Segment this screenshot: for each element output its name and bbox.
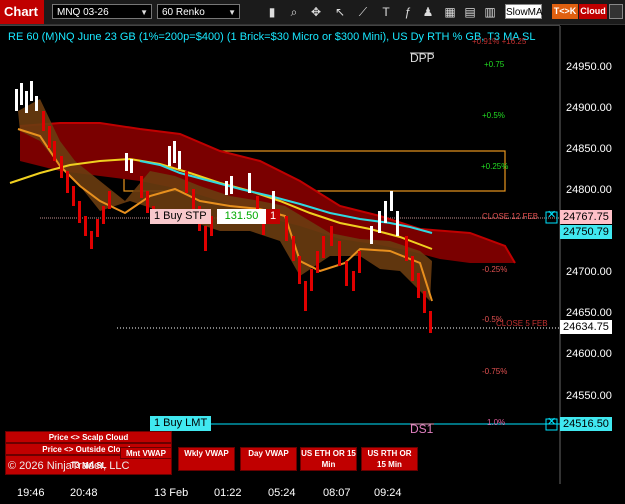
level-label-1pct: 1.0% bbox=[487, 418, 506, 427]
price-tick: 24700.00 bbox=[566, 266, 612, 278]
slowma-button[interactable]: SlowMA bbox=[505, 4, 543, 19]
time-tick: 01:22 bbox=[214, 487, 242, 499]
level-label-neg-075: -0.75% bbox=[482, 367, 508, 376]
time-tick: 08:07 bbox=[323, 487, 351, 499]
chart-toolbar: Chart MNQ 03-26 ▼ 60 Renko ▼ ▮ ⌕ ✥ ↖ ⟋ T… bbox=[0, 0, 625, 25]
price-scalp-cloud-button[interactable]: Price <> Scalp Cloud bbox=[5, 431, 172, 443]
chart-tab[interactable]: Chart bbox=[0, 0, 44, 24]
level-label-pos-025: +0.25% bbox=[481, 162, 509, 171]
close-order-icon[interactable]: ✕ bbox=[547, 415, 556, 428]
price-tick: 24600.00 bbox=[566, 348, 612, 360]
toolbar-more-button[interactable] bbox=[609, 4, 623, 19]
level-label-pos-05: +0.5% bbox=[482, 111, 505, 120]
strategy-icon[interactable]: ♟ bbox=[420, 4, 436, 20]
chevron-down-icon: ▼ bbox=[140, 8, 148, 17]
close-5-feb-label: CLOSE 5 FEB bbox=[496, 319, 548, 328]
buy-stp-quantity[interactable]: 1 bbox=[266, 209, 280, 224]
time-tick: 20:48 bbox=[70, 487, 98, 499]
buy-stp-price-tag: 24750.79 bbox=[560, 225, 612, 239]
level-label-pos-075: +0.75 bbox=[484, 60, 505, 69]
buy-stp-order-label[interactable]: 1 Buy STP bbox=[150, 209, 211, 224]
crosshair-icon[interactable]: ✥ bbox=[308, 4, 324, 20]
chevron-down-icon: ▼ bbox=[228, 8, 236, 17]
templates-icon[interactable]: ▤ bbox=[462, 4, 478, 20]
chart-trader-icon[interactable]: ▥ bbox=[482, 4, 498, 20]
price-tick: 24800.00 bbox=[566, 184, 612, 196]
properties-icon[interactable]: ▦ bbox=[442, 4, 458, 20]
buy-lmt-price-tag: 24516.50 bbox=[560, 417, 612, 431]
instrument-selector[interactable]: MNQ 03-26 ▼ bbox=[52, 4, 152, 19]
cloud-button[interactable]: Cloud bbox=[579, 4, 607, 19]
ds1-label: DS1 bbox=[410, 422, 434, 436]
level-label-top: +0.91% +16.25 bbox=[472, 37, 527, 46]
level-label-neg-025: -0.25% bbox=[482, 265, 508, 274]
indicators-icon[interactable]: ƒ bbox=[400, 4, 416, 20]
close-order-icon[interactable]: ✕ bbox=[547, 208, 556, 221]
buy-lmt-order-label[interactable]: 1 Buy LMT bbox=[150, 416, 212, 431]
current-price-tag: 24634.75 bbox=[560, 320, 612, 334]
draw-tool-icon[interactable]: ⟋ bbox=[355, 4, 371, 20]
price-tick: 24550.00 bbox=[566, 390, 612, 402]
instrument-label: MNQ 03-26 bbox=[57, 7, 109, 18]
price-tick: 24650.00 bbox=[566, 307, 612, 319]
pointer-icon[interactable]: ↖ bbox=[332, 4, 348, 20]
mnt-vwap-button[interactable]: Mnt VWAP bbox=[120, 447, 172, 459]
close-12-feb-price-tag: 24767.75 bbox=[560, 210, 612, 224]
price-tick: 24900.00 bbox=[566, 102, 612, 114]
time-tick: 05:24 bbox=[268, 487, 296, 499]
buy-stp-pnl: 131.50 bbox=[217, 209, 266, 224]
bar-chart-icon[interactable]: ▮ bbox=[264, 4, 280, 20]
chart-title: RE 60 (M)NQ June 23 GB (1%=200p=$400) (1… bbox=[8, 31, 536, 43]
us-rth-or-15-button[interactable]: US RTH OR 15 Min bbox=[361, 447, 418, 471]
time-tick: 19:46 bbox=[17, 487, 45, 499]
day-vwap-button[interactable]: Day VWAP bbox=[240, 447, 297, 471]
text-icon[interactable]: T bbox=[378, 4, 394, 20]
time-tick: 09:24 bbox=[374, 487, 402, 499]
tk-button[interactable]: T<>K bbox=[552, 4, 578, 19]
bar-type-selector[interactable]: 60 Renko ▼ bbox=[157, 4, 240, 19]
price-chart-area[interactable] bbox=[0, 25, 561, 484]
copyright-text: © 2026 NinjaTrader, LLC bbox=[8, 460, 130, 472]
wkly-vwap-button[interactable]: Wkly VWAP bbox=[178, 447, 235, 471]
zoom-icon[interactable]: ⌕ bbox=[286, 4, 302, 20]
us-eth-or-15-button[interactable]: US ETH OR 15 Min bbox=[300, 447, 357, 471]
price-chart-svg bbox=[9, 26, 561, 484]
time-tick: 13 Feb bbox=[154, 487, 189, 499]
price-tick: 24850.00 bbox=[566, 143, 612, 155]
price-tick: 24950.00 bbox=[566, 61, 612, 73]
dpp-label: DPP bbox=[410, 51, 435, 65]
bar-type-label: 60 Renko bbox=[162, 7, 205, 18]
close-12-feb-label: CLOSE 12 FEB bbox=[482, 212, 539, 221]
